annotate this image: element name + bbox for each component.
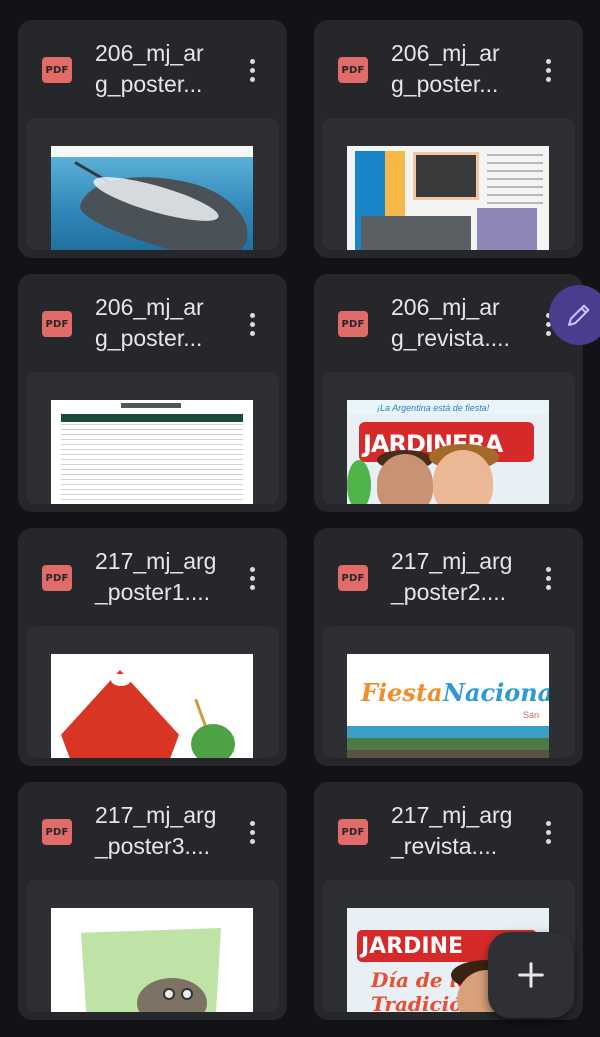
file-card-header: PDF 217_mj_arg _revista.... — [314, 782, 583, 878]
pdf-file-icon: PDF — [338, 57, 368, 83]
add-fab-button[interactable] — [488, 932, 574, 1018]
thumbnail-text: San — [523, 710, 540, 720]
file-card-header: PDF 217_mj_arg _poster3.... — [18, 782, 287, 878]
pdf-file-icon: PDF — [42, 311, 72, 337]
thumbnail-image-materials-list — [51, 400, 253, 504]
file-card[interactable]: PDF 217_mj_arg _poster1.... — [18, 528, 287, 766]
edit-fab-button[interactable] — [549, 285, 600, 345]
file-name: 206_mj_ar g_poster... — [391, 40, 500, 97]
file-name: 206_mj_ar g_poster... — [95, 40, 204, 97]
thumbnail-image-poncho-mate — [51, 654, 253, 758]
pdf-file-icon: PDF — [42, 819, 72, 845]
thumbnail-image-fiesta-nacional: Fiesta Naciona San — [347, 654, 549, 758]
thumbnail-text: JARDINE — [361, 934, 464, 959]
pdf-file-icon: PDF — [338, 311, 368, 337]
file-card-header: PDF 217_mj_arg _poster2.... — [314, 528, 583, 624]
thumbnail-text: Fiesta — [361, 678, 443, 707]
more-options-icon[interactable] — [240, 812, 264, 852]
file-thumbnail[interactable] — [26, 880, 279, 1012]
pdf-file-icon: PDF — [338, 565, 368, 591]
thumbnail-text: Naciona — [443, 678, 549, 707]
thumbnail-image-stingray — [51, 146, 253, 250]
file-name: 217_mj_arg _poster2.... — [391, 548, 513, 605]
thumbnail-image-magazine-cover: ¡La Argentina está de fiesta! JARDINERA — [347, 400, 549, 504]
file-card-header: PDF 206_mj_ar g_revista.... — [314, 274, 583, 370]
file-card[interactable]: PDF 206_mj_ar g_revista.... ¡La Argentin… — [314, 274, 583, 512]
file-name: 217_mj_arg _poster1.... — [95, 548, 217, 605]
thumbnail-image-clay-figure — [51, 908, 253, 1012]
file-card-header: PDF 217_mj_arg _poster1.... — [18, 528, 287, 624]
file-card-header: PDF 206_mj_ar g_poster... — [314, 20, 583, 116]
more-options-icon[interactable] — [536, 50, 560, 90]
file-card[interactable]: PDF 206_mj_ar g_poster... — [18, 274, 287, 512]
more-options-icon[interactable] — [536, 558, 560, 598]
file-name: 206_mj_ar g_poster... — [95, 294, 204, 351]
thumbnail-image-bird-infographic — [347, 146, 549, 250]
file-thumbnail[interactable] — [26, 372, 279, 504]
file-name: 217_mj_arg _poster3.... — [95, 802, 217, 859]
file-name: 217_mj_arg _revista.... — [391, 802, 513, 859]
file-name: 206_mj_ar g_revista.... — [391, 294, 510, 351]
more-options-icon[interactable] — [240, 558, 264, 598]
file-grid: PDF 206_mj_ar g_poster... PDF 206_mj_ar … — [18, 20, 583, 1020]
more-options-icon[interactable] — [240, 304, 264, 344]
thumbnail-text: ¡La Argentina está de fiesta! — [377, 403, 490, 413]
pdf-file-icon: PDF — [42, 57, 72, 83]
file-card[interactable]: PDF 206_mj_ar g_poster... — [18, 20, 287, 258]
file-card-header: PDF 206_mj_ar g_poster... — [18, 274, 287, 370]
file-thumbnail[interactable] — [26, 626, 279, 758]
more-options-icon[interactable] — [240, 50, 264, 90]
file-card[interactable]: PDF 206_mj_ar g_poster... — [314, 20, 583, 258]
plus-icon — [518, 962, 544, 988]
file-card-header: PDF 206_mj_ar g_poster... — [18, 20, 287, 116]
more-options-icon[interactable] — [536, 812, 560, 852]
pencil-icon — [568, 304, 590, 326]
pdf-file-icon: PDF — [42, 565, 72, 591]
pdf-file-icon: PDF — [338, 819, 368, 845]
file-card[interactable]: PDF 217_mj_arg _poster2.... Fiesta Nacio… — [314, 528, 583, 766]
file-thumbnail[interactable] — [322, 118, 575, 250]
file-thumbnail[interactable]: ¡La Argentina está de fiesta! JARDINERA — [322, 372, 575, 504]
file-thumbnail[interactable] — [26, 118, 279, 250]
file-card[interactable]: PDF 217_mj_arg _poster3.... — [18, 782, 287, 1020]
file-thumbnail[interactable]: Fiesta Naciona San — [322, 626, 575, 758]
